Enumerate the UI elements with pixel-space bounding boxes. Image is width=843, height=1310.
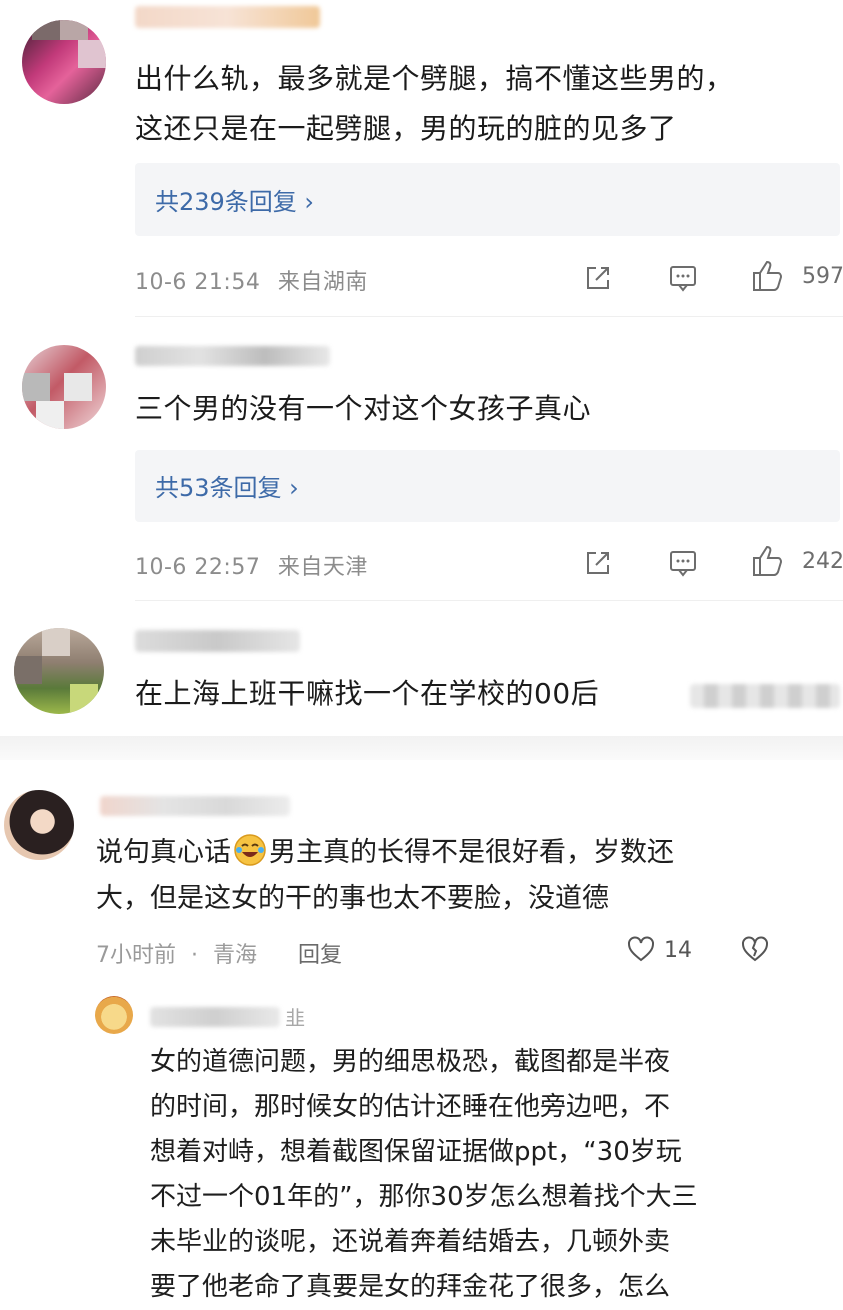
- comment-text: 三个男的没有一个对这个女孩子真心: [135, 384, 835, 434]
- reply-thread-box[interactable]: 共239条回复 ›: [135, 163, 840, 236]
- share-icon[interactable]: [582, 547, 614, 583]
- share-icon[interactable]: [582, 262, 614, 298]
- reply-thread-box[interactable]: 共53条回复 ›: [135, 450, 840, 522]
- reply-line: 的时间，那时候女的估计还睡在他旁边吧，不: [150, 1092, 671, 1122]
- reply-username[interactable]: 韭: [150, 1002, 306, 1030]
- comment-icon[interactable]: [667, 262, 699, 298]
- comment-icon[interactable]: [667, 547, 699, 583]
- comment-text: 出什么轨，最多就是个劈腿，搞不懂这些男的， 这还只是在一起劈腿，男的玩的脏的见多…: [135, 54, 835, 154]
- avatar[interactable]: [22, 20, 106, 104]
- avatar[interactable]: [95, 996, 133, 1034]
- avatar[interactable]: [4, 790, 74, 860]
- username-suffix: 韭: [285, 1006, 306, 1030]
- comment-line: 这还只是在一起劈腿，男的玩的脏的见多了: [135, 112, 677, 145]
- redacted-text: [690, 684, 840, 708]
- section-separator: [0, 736, 843, 760]
- reply-line: 想着对峙，想着截图保留证据做ppt，“30岁玩: [150, 1137, 682, 1167]
- comment-text: 在上海上班干嘛找一个在学校的00后: [135, 669, 695, 719]
- comment-line: 在上海上班干嘛找一个在学校的00后: [135, 677, 600, 710]
- reply-line: 不过一个01年的”，那你30岁怎么想着找个大三: [150, 1182, 698, 1212]
- like-count: 242: [802, 549, 843, 574]
- reply-text: 女的道德问题，男的细思极恐，截图都是半夜 的时间，那时候女的估计还睡在他旁边吧，…: [150, 1040, 840, 1310]
- broken-heart-icon[interactable]: [740, 934, 770, 968]
- timestamp: 10-6 22:57: [135, 555, 261, 580]
- username[interactable]: [100, 796, 290, 816]
- like-count: 597: [802, 264, 843, 289]
- username-blurred: [150, 1006, 280, 1027]
- like-icon[interactable]: [750, 258, 786, 298]
- reply-button[interactable]: 回复: [298, 943, 342, 968]
- timestamp: 7小时前: [96, 943, 176, 968]
- divider: [135, 316, 843, 317]
- comment-meta: 10-6 22:57 来自天津: [135, 549, 368, 581]
- location: 青海: [213, 943, 258, 968]
- view-replies-link[interactable]: 共53条回复 ›: [155, 473, 299, 503]
- dot-separator: ·: [191, 943, 198, 968]
- divider: [135, 600, 843, 601]
- username[interactable]: [135, 6, 320, 28]
- like-count: 14: [664, 938, 692, 963]
- comment-line: 三个男的没有一个对这个女孩子真心: [135, 392, 592, 425]
- reply-line: 未毕业的谈呢，还说着奔着结婚去，几顿外卖: [150, 1227, 671, 1257]
- comment-line-rest: 男主真的长得不是很好看，岁数还: [269, 837, 674, 868]
- location: 来自湖南: [277, 270, 368, 295]
- comment-line: 大，但是这女的干的事也太不要脸，没道德: [96, 883, 609, 914]
- reply-line: 女的道德问题，男的细思极恐，截图都是半夜: [150, 1047, 671, 1077]
- avatar[interactable]: [14, 628, 104, 714]
- like-icon[interactable]: [750, 543, 786, 583]
- heart-icon[interactable]: [626, 934, 656, 968]
- comment-meta: 10-6 21:54 来自湖南: [135, 264, 368, 296]
- comment-line: 说句真心话 男主真的长得不是很好看，岁数还: [96, 830, 836, 876]
- comment-meta: 7小时前 · 青海 回复: [96, 937, 342, 969]
- view-replies-link[interactable]: 共239条回复 ›: [155, 187, 314, 217]
- username[interactable]: [135, 630, 300, 652]
- avatar[interactable]: [22, 345, 106, 429]
- username[interactable]: [135, 346, 330, 366]
- reply-line: 要了他老命了真要是女的拜金花了很多，怎么: [150, 1272, 671, 1302]
- comment-line: 出什么轨，最多就是个劈腿，搞不懂这些男的，: [135, 62, 734, 95]
- location: 来自天津: [277, 555, 368, 580]
- comment-text: 说句真心话 男主真的长得不是很好看，岁数还 大，但是这女的干的事也太不要脸，没道…: [96, 830, 836, 922]
- comment-line-start: 说句真心话: [96, 837, 231, 868]
- timestamp: 10-6 21:54: [135, 270, 261, 295]
- laughing-emoji-icon: [233, 833, 267, 867]
